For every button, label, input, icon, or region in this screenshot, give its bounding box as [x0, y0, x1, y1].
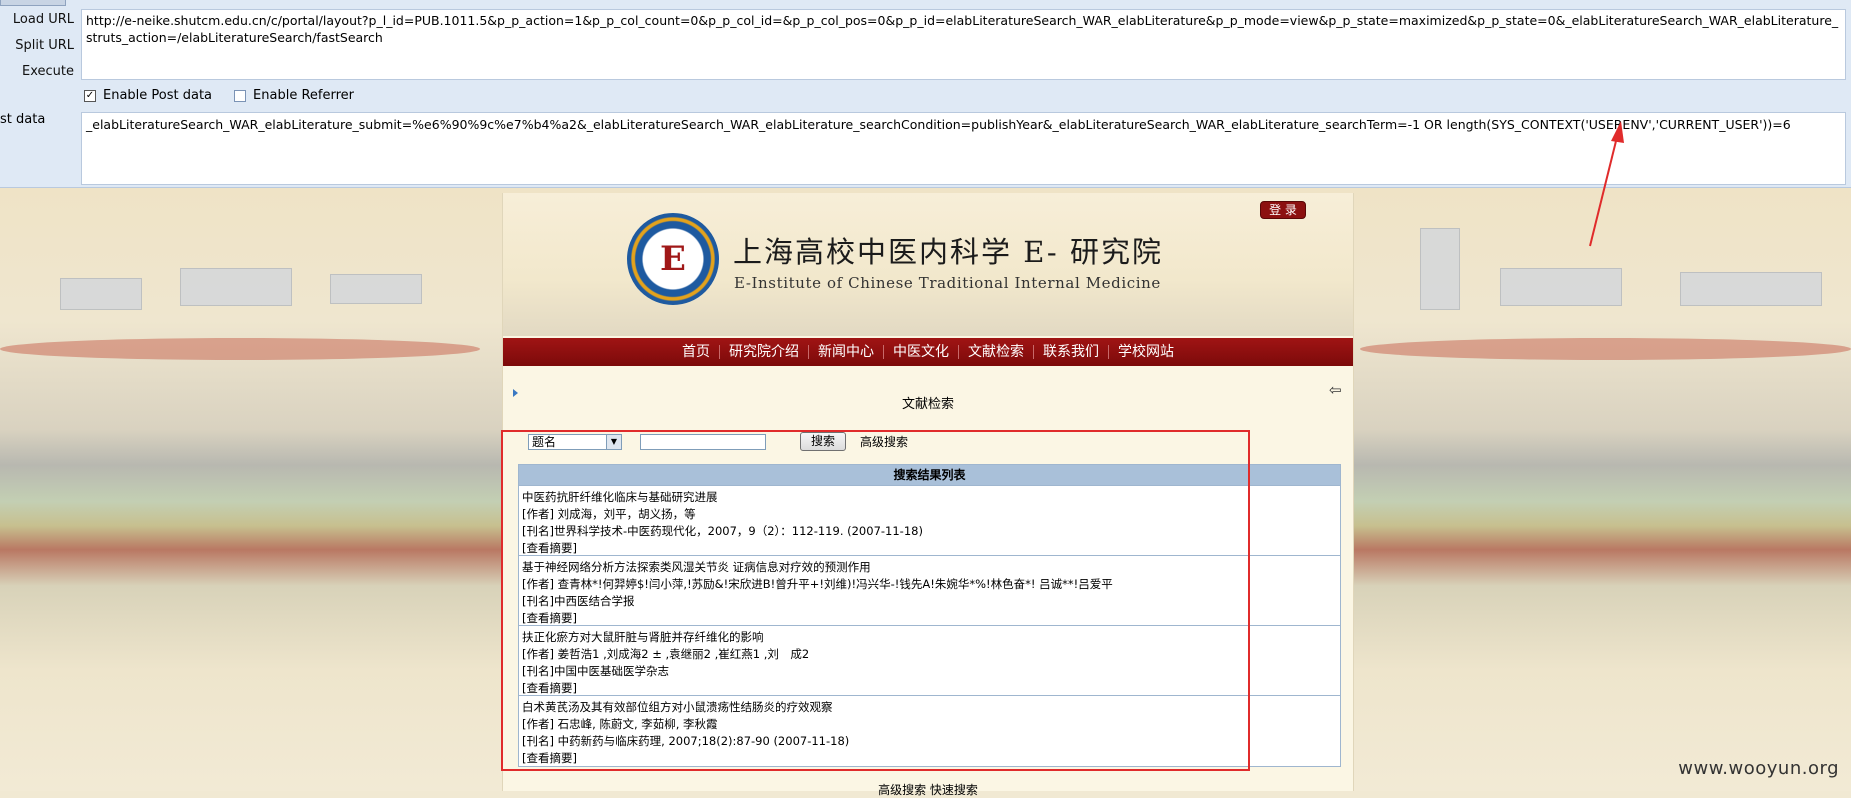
- main-nav: 首页 研究院介绍 新闻中心 中医文化 文献检索 联系我们 学校网站: [503, 338, 1353, 366]
- login-button[interactable]: 登 录: [1260, 201, 1306, 219]
- enable-post-label: Enable Post data: [103, 88, 213, 103]
- nav-literature-search[interactable]: 文献检索: [958, 345, 1033, 359]
- section-title: 文献检索: [901, 397, 954, 412]
- view-abstract-link[interactable]: [查看摘要]: [522, 540, 1337, 555]
- result-title[interactable]: 基于神经网络分析方法探索类风湿关节炎 证病信息对疗效的预测作用: [522, 559, 1337, 576]
- view-abstract-link[interactable]: [查看摘要]: [522, 680, 1337, 695]
- result-item: 中医药抗肝纤维化临床与基础研究进展 [作者] 刘成海，刘平，胡义扬，等 [刊名]…: [519, 486, 1340, 556]
- result-authors: [作者] 石忠峰, 陈蔚文, 李茹柳, 李秋霞: [522, 717, 718, 731]
- result-authors: [作者] 查青林*!何羿婷$!闫小萍,!苏励&!宋欣进B!曾升平+!刘维)!冯兴…: [522, 577, 1113, 591]
- watermark: www.wooyun.org: [1678, 758, 1839, 779]
- search-form: 题名 ▼ 搜索 高级搜索: [528, 432, 908, 451]
- result-journal: [刊名]世界科学技术-中医药现代化，2007，9（2）：112-119. (20…: [522, 524, 923, 538]
- results-table: 搜索结果列表 中医药抗肝纤维化临床与基础研究进展 [作者] 刘成海，刘平，胡义扬…: [518, 464, 1341, 767]
- result-item: 基于神经网络分析方法探索类风湿关节炎 证病信息对疗效的预测作用 [作者] 查青林…: [519, 556, 1340, 626]
- enable-post-option[interactable]: ✓ Enable Post data: [84, 88, 212, 103]
- site-title: 上海高校中医内科学 E- 研究院: [733, 235, 1163, 269]
- results-header: 搜索结果列表: [519, 465, 1340, 486]
- result-item: 扶正化瘀方对大鼠肝脏与肾脏并存纤维化的影响 [作者] 姜哲浩1 ,刘成海2 ± …: [519, 626, 1340, 696]
- hackbar-tab[interactable]: [0, 0, 66, 6]
- hackbar-options: ✓ Enable Post data Enable Referrer: [84, 88, 376, 103]
- split-url-button[interactable]: Split URL: [0, 38, 74, 53]
- footer-links[interactable]: 高级搜索 快速搜索: [503, 781, 1353, 798]
- result-item: 白术黄芪汤及其有效部位组方对小鼠溃疡性结肠炎的疗效观察 [作者] 石忠峰, 陈蔚…: [519, 696, 1340, 766]
- view-abstract-link[interactable]: [查看摘要]: [522, 610, 1337, 625]
- search-field-value: 题名: [532, 434, 557, 449]
- website-page: 登 录 E 上海高校中医内科学 E- 研究院 E-Institute of Ch…: [502, 193, 1354, 797]
- result-journal: [刊名] 中药新药与临床药理, 2007;18(2):87-90 (2007-1…: [522, 734, 850, 748]
- url-input[interactable]: http://e-neike.shutcm.edu.cn/c/portal/la…: [81, 9, 1846, 80]
- load-url-button[interactable]: Load URL: [0, 12, 74, 27]
- advanced-search-link[interactable]: 高级搜索: [860, 433, 908, 450]
- nav-contact[interactable]: 联系我们: [1033, 345, 1108, 359]
- logo-mark: E: [660, 239, 686, 279]
- post-data-input[interactable]: _elabLiteratureSearch_WAR_elabLiterature…: [81, 112, 1846, 185]
- result-journal: [刊名]中国中医基础医学杂志: [522, 664, 669, 678]
- result-title[interactable]: 中医药抗肝纤维化临床与基础研究进展: [522, 489, 1337, 506]
- enable-referrer-option[interactable]: Enable Referrer: [234, 88, 354, 103]
- nav-home[interactable]: 首页: [673, 345, 719, 359]
- result-authors: [作者] 姜哲浩1 ,刘成海2 ± ,袁继丽2 ,崔红燕1 ,刘 成2: [522, 647, 810, 661]
- result-authors: [作者] 刘成海，刘平，胡义扬，等: [522, 507, 696, 521]
- nav-culture[interactable]: 中医文化: [883, 345, 958, 359]
- nav-about[interactable]: 研究院介绍: [719, 345, 808, 359]
- execute-button[interactable]: Execute: [0, 64, 74, 79]
- post-data-label: st data: [0, 112, 46, 127]
- chevron-down-icon[interactable]: ▼: [606, 434, 621, 449]
- enable-post-checkbox[interactable]: ✓: [84, 89, 96, 102]
- nav-news[interactable]: 新闻中心: [808, 345, 883, 359]
- enable-referrer-checkbox[interactable]: [234, 89, 247, 102]
- result-title[interactable]: 扶正化瘀方对大鼠肝脏与肾脏并存纤维化的影响: [522, 629, 1337, 646]
- result-journal: [刊名]中西医结合学报: [522, 594, 635, 608]
- site-subtitle: E-Institute of Chinese Traditional Inter…: [734, 274, 1161, 292]
- institute-logo: E: [627, 213, 719, 305]
- search-button[interactable]: 搜索: [800, 432, 846, 451]
- result-title[interactable]: 白术黄芪汤及其有效部位组方对小鼠溃疡性结肠炎的疗效观察: [522, 699, 1337, 716]
- hackbar-panel: Load URL Split URL Execute http://e-neik…: [0, 0, 1851, 188]
- search-field-select[interactable]: 题名 ▼: [528, 433, 622, 450]
- enable-referrer-label: Enable Referrer: [253, 88, 354, 103]
- nav-school-site[interactable]: 学校网站: [1108, 345, 1183, 359]
- view-abstract-link[interactable]: [查看摘要]: [522, 750, 1337, 766]
- site-banner: 登 录 E 上海高校中医内科学 E- 研究院 E-Institute of Ch…: [503, 193, 1353, 336]
- search-input[interactable]: [640, 433, 766, 450]
